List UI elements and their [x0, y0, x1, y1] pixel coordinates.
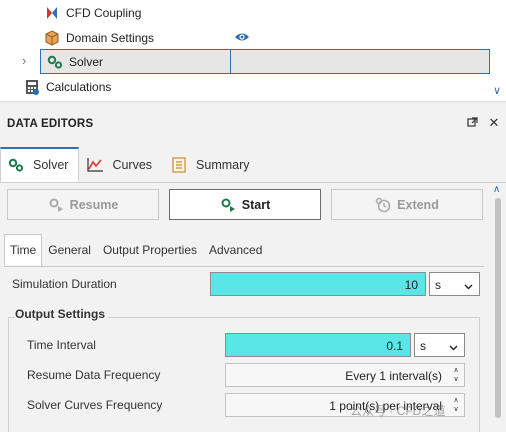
button-label: Extend	[397, 197, 439, 212]
column-divider	[230, 50, 231, 73]
tree-item-label: Solver	[69, 54, 104, 69]
resume-button[interactable]: Resume	[7, 189, 159, 220]
time-interval-row: Time Interval 0.1 s	[0, 333, 490, 359]
time-interval-unit-select[interactable]: s	[414, 333, 465, 357]
subtab-output-properties[interactable]: Output Properties	[97, 234, 203, 266]
cfd-coupling-icon	[44, 5, 60, 21]
gears-play-icon	[220, 197, 236, 213]
time-interval-label: Time Interval	[27, 338, 96, 352]
time-interval-input[interactable]: 0.1	[225, 333, 411, 357]
chevron-down-icon	[449, 341, 458, 351]
spinner-arrows-icon[interactable]: ∧ ∨	[451, 396, 461, 414]
button-label: Resume	[69, 197, 119, 212]
subtab-label: Time	[10, 243, 37, 257]
tree-item-label: Calculations	[46, 79, 112, 94]
close-icon[interactable]: ✕	[488, 116, 500, 129]
subtab-divider	[4, 266, 484, 267]
spinbox-value: Every 1 interval(s)	[345, 369, 442, 383]
scrollbar-thumb[interactable]	[495, 198, 501, 418]
scroll-up-arrow-icon[interactable]: ∧	[493, 184, 500, 195]
editor-tabs: Solver Curves Summary	[0, 147, 261, 183]
chevron-down-icon	[464, 280, 473, 290]
unit-value: s	[420, 339, 426, 353]
resume-data-frequency-row: Resume Data Frequency Every 1 interval(s…	[0, 363, 490, 389]
spinner-arrows-icon[interactable]: ∧ ∨	[451, 366, 461, 384]
tab-label: Solver	[33, 158, 69, 172]
tree-item-domain-settings[interactable]: Domain Settings	[44, 25, 154, 50]
panel-scrollbar[interactable]: ∧	[492, 184, 504, 432]
tab-divider	[0, 182, 506, 183]
watermark: 公众号 · CFD之道	[350, 404, 446, 418]
clock-gear-icon	[375, 197, 391, 213]
solver-curves-frequency-label: Solver Curves Frequency	[27, 398, 163, 412]
gears-play-icon	[48, 197, 64, 213]
subtab-label: General	[48, 243, 91, 257]
panel-title: DATA EDITORS	[7, 118, 94, 130]
tab-label: Curves	[112, 157, 153, 172]
solver-toolbar: Resume Start Extend	[0, 187, 506, 223]
extend-button[interactable]: Extend	[331, 189, 483, 220]
resume-data-frequency-spinbox[interactable]: Every 1 interval(s) ∧ ∨	[225, 363, 465, 387]
subtab-label: Output Properties	[102, 243, 197, 257]
visibility-eye-icon[interactable]	[234, 30, 250, 44]
calculator-icon	[24, 79, 40, 95]
data-editors-panel: DATA EDITORS ✕ Solver Curves Summary Res…	[0, 101, 506, 432]
gears-icon	[47, 54, 63, 70]
gears-icon	[7, 157, 25, 173]
popout-icon[interactable]	[466, 117, 478, 129]
subtab-advanced[interactable]: Advanced	[203, 234, 268, 266]
simulation-duration-row: Simulation Duration 10 s	[0, 272, 490, 298]
expand-chevron-icon[interactable]: ›	[22, 54, 36, 68]
simulation-duration-unit-select[interactable]: s	[429, 272, 480, 296]
scroll-down-arrow-icon[interactable]: ∨	[493, 84, 501, 97]
tree-item-label: CFD Coupling	[66, 5, 142, 20]
tree-item-calculations[interactable]: Calculations	[24, 74, 111, 99]
output-settings-title: Output Settings	[15, 307, 108, 321]
tree-item-label: Domain Settings	[66, 30, 155, 45]
resume-data-frequency-label: Resume Data Frequency	[27, 368, 161, 382]
tab-summary[interactable]: Summary	[163, 147, 260, 182]
settings-subtabs: Time General Output Properties Advanced	[4, 234, 268, 267]
tree-item-cfd-coupling[interactable]: CFD Coupling	[44, 0, 141, 25]
panel-header: DATA EDITORS ✕	[0, 102, 506, 147]
subtab-time[interactable]: Time	[4, 234, 43, 266]
simulation-duration-label: Simulation Duration	[12, 277, 117, 291]
tab-label: Summary	[196, 157, 250, 172]
tab-curves[interactable]: Curves	[79, 147, 163, 182]
model-tree: CFD Coupling Domain Settings › Solver Ca…	[0, 0, 506, 100]
button-label: Start	[241, 197, 271, 212]
subtab-label: Advanced	[209, 243, 263, 257]
subtab-general[interactable]: General	[42, 234, 97, 266]
cube-icon	[44, 29, 60, 46]
start-button[interactable]: Start	[169, 189, 321, 220]
tab-solver[interactable]: Solver	[0, 147, 80, 182]
tree-item-solver[interactable]: Solver	[40, 49, 490, 74]
line-chart-icon	[86, 157, 104, 173]
simulation-duration-input[interactable]: 10	[210, 272, 426, 296]
unit-value: s	[435, 278, 441, 292]
summary-list-icon	[170, 156, 188, 173]
